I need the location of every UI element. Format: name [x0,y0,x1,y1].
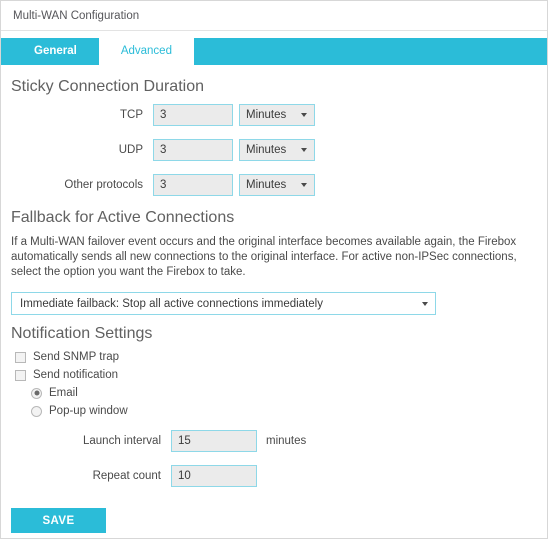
repeat-count-row: Repeat count [11,465,537,487]
sticky-connection-duration-heading: Sticky Connection Duration [11,78,204,95]
chevron-down-icon [301,113,307,117]
chevron-down-icon [301,148,307,152]
window-titlebar: Multi-WAN Configuration [1,1,547,31]
send-notification-label: Send notification [33,369,119,381]
tab-general[interactable]: General [12,38,99,65]
repeat-count-input[interactable] [171,465,257,487]
tcp-duration-input[interactable] [153,104,233,126]
notification-method-popup-row[interactable]: Pop-up window [31,405,537,417]
other-protocols-unit-value: Minutes [246,179,287,191]
sticky-row-tcp: TCP Minutes [11,104,537,126]
tcp-unit-value: Minutes [246,109,287,121]
other-protocols-duration-input[interactable] [153,174,233,196]
email-radio[interactable] [31,387,42,399]
send-snmp-trap-checkbox[interactable] [15,351,26,363]
notification-settings-heading: Notification Settings [11,325,153,342]
sticky-row-other-protocols: Other protocols Minutes [11,174,537,196]
launch-interval-row: Launch interval minutes [11,430,537,452]
fallback-description: If a Multi-WAN failover event occurs and… [11,236,517,278]
udp-duration-input[interactable] [153,139,233,161]
udp-unit-select[interactable]: Minutes [239,139,315,161]
tab-bar: General Advanced [1,38,547,65]
launch-interval-input[interactable] [171,430,257,452]
sticky-row-udp: UDP Minutes [11,139,537,161]
tab-panel-advanced: Sticky Connection Duration TCP Minutes U… [1,78,547,487]
launch-interval-unit: minutes [266,435,307,447]
repeat-count-label: Repeat count [92,470,161,482]
chevron-down-icon [301,183,307,187]
udp-unit-value: Minutes [246,144,287,156]
fallback-heading: Fallback for Active Connections [11,209,235,226]
save-button[interactable]: SAVE [11,508,106,533]
popup-window-radio[interactable] [31,405,42,417]
tab-advanced[interactable]: Advanced [98,38,194,65]
notification-method-email-row[interactable]: Email [31,387,537,399]
udp-label: UDP [118,144,143,156]
launch-interval-label: Launch interval [83,435,161,447]
send-snmp-trap-row[interactable]: Send SNMP trap [15,351,537,363]
chevron-down-icon [422,301,428,306]
send-snmp-trap-label: Send SNMP trap [33,351,120,363]
other-protocols-unit-select[interactable]: Minutes [239,174,315,196]
send-notification-checkbox[interactable] [15,369,26,381]
fallback-selected-value: Immediate failback: Stop all active conn… [20,297,323,310]
fallback-option-select[interactable]: Immediate failback: Stop all active conn… [11,292,436,315]
tcp-label: TCP [120,109,143,121]
other-protocols-label: Other protocols [64,179,143,191]
popup-window-label: Pop-up window [49,405,128,417]
send-notification-row[interactable]: Send notification [15,369,537,381]
email-label: Email [49,387,78,399]
multi-wan-configuration-page: Multi-WAN Configuration General Advanced… [0,0,548,539]
notification-interval-fields: Launch interval minutes Repeat count [11,430,537,487]
page-title: Multi-WAN Configuration [13,9,140,22]
tcp-unit-select[interactable]: Minutes [239,104,315,126]
